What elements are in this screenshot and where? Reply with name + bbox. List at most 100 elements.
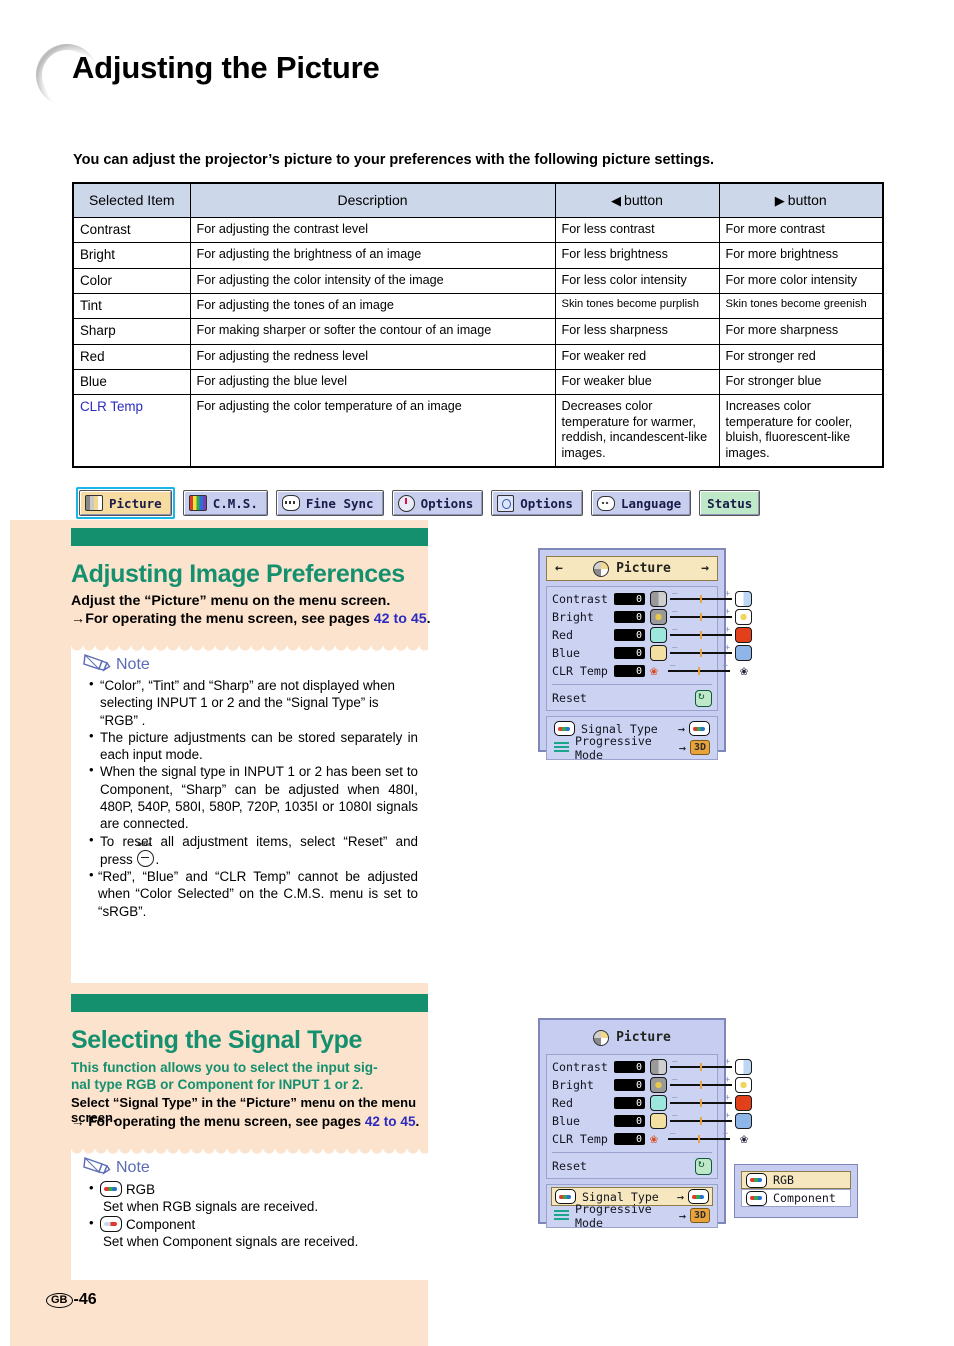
table-row: Color For adjusting the color intensity … — [72, 267, 884, 295]
section1-page-ref: →For operating the menu screen, see page… — [71, 611, 431, 627]
osd2-value-contrast: 0 — [614, 1061, 645, 1073]
osd2-slider-contrast[interactable]: – + — [670, 1057, 732, 1074]
osd2-row-red[interactable]: Red 0 – + — [552, 1093, 752, 1112]
osd1-value-bright: 0 — [614, 611, 645, 623]
submenu-item-component[interactable]: Component — [741, 1189, 851, 1207]
osd2-row-bright[interactable]: Bright 0 – + — [552, 1075, 752, 1094]
osd2-row-reset[interactable]: Reset — [552, 1157, 712, 1175]
slider-thumb[interactable] — [700, 613, 703, 621]
next-menu-arrow-icon[interactable]: → — [701, 561, 709, 576]
osd2-row-clrtemp[interactable]: CLR Temp 0 ❀ – + ❀ — [552, 1129, 748, 1148]
section2-heading: Selecting the Signal Type — [71, 1026, 362, 1054]
slider-thumb[interactable] — [700, 1081, 703, 1089]
osd1-label-clrtemp: CLR Temp — [552, 664, 608, 678]
language-icon — [596, 495, 615, 511]
row-desc: For adjusting the redness level — [189, 343, 556, 371]
tab-language[interactable]: Language — [590, 490, 692, 516]
reset-icon[interactable] — [695, 689, 712, 707]
tab-picture-selection-frame: Picture — [76, 487, 175, 519]
osd1-value-clrtemp: 0 — [614, 665, 645, 677]
osd2-slider-red[interactable]: – + — [670, 1093, 732, 1110]
osd2-title-label: Picture — [616, 1030, 671, 1045]
osd1-row-red[interactable]: Red 0 – + — [552, 625, 752, 644]
tab-options-2[interactable]: Options — [491, 490, 583, 516]
cool-flower-icon: ❀ — [740, 1131, 748, 1147]
submenu-label-rgb: RGB — [773, 1173, 794, 1187]
signal-type-icon — [555, 1189, 576, 1205]
tab-options-1[interactable]: Options — [391, 490, 484, 516]
tab-cms-label: C.M.S. — [212, 495, 258, 511]
osd2-label-blue: Blue — [552, 1114, 580, 1128]
red-low-icon — [650, 1095, 667, 1111]
col-header-description: Description — [189, 182, 556, 219]
slider-thumb[interactable] — [700, 1063, 703, 1071]
tab-fine-sync[interactable]: Fine Sync — [275, 490, 384, 516]
note-item: Component Set when Component signals are… — [88, 1215, 418, 1251]
row-desc: For adjusting the brightness of an image — [189, 242, 556, 269]
table-row: Bright For adjusting the brightness of a… — [72, 242, 884, 269]
tab-status[interactable]: Status — [699, 490, 761, 516]
osd2-value-blue: 0 — [614, 1115, 645, 1127]
osd1-slider-bright[interactable]: – + — [670, 607, 732, 624]
osd1-slider-contrast[interactable]: – + — [670, 589, 732, 606]
slider-thumb[interactable] — [698, 1135, 701, 1143]
note-item-title: RGB — [126, 1182, 156, 1197]
slider-thumb[interactable] — [700, 1117, 703, 1125]
table-header-row: Selected Item Description ◀ button ▶ butto… — [72, 182, 884, 219]
osd2-slider-clrtemp[interactable]: – + — [668, 1129, 730, 1146]
section1-page-ref-pages: 42 to 45 — [373, 611, 427, 627]
note-item: To reset all adjustment items, select “R… — [88, 832, 418, 869]
osd1-slider-clrtemp[interactable]: – + — [668, 661, 730, 678]
tab-picture[interactable]: Picture — [79, 490, 172, 516]
row-right: For stronger blue — [718, 369, 884, 396]
osd1-row-bright[interactable]: Bright 0 – + — [552, 607, 752, 626]
progressive-mode-icon — [554, 741, 569, 754]
osd-picture-menu-2[interactable]: Picture Contrast 0 – + Bright 0 – + Red 0 — [538, 1018, 752, 1230]
slider-thumb[interactable] — [700, 649, 703, 657]
osd2-row-blue[interactable]: Blue 0 – + — [552, 1111, 752, 1130]
osd1-row-contrast[interactable]: Contrast 0 – + — [552, 589, 752, 608]
options-clock-icon — [397, 494, 415, 512]
tab-cms[interactable]: C.M.S. — [182, 490, 268, 516]
reset-icon[interactable] — [695, 1157, 712, 1175]
row-left: For weaker blue — [554, 369, 720, 396]
osd1-title-label: Picture — [616, 561, 671, 576]
col-header-left-label: button — [624, 192, 663, 208]
osd1-item-progressive-mode[interactable]: Progressive Mode → 3D — [551, 734, 713, 762]
col-header-selected-item: Selected Item — [72, 182, 191, 219]
osd2-row-contrast[interactable]: Contrast 0 – + — [552, 1057, 752, 1076]
row-left: For less brightness — [554, 242, 720, 269]
slider-thumb[interactable] — [700, 595, 703, 603]
submenu-item-rgb[interactable]: RGB — [741, 1171, 851, 1189]
slider-thumb[interactable] — [700, 1099, 703, 1107]
section2-page-ref-post: . — [415, 1114, 420, 1129]
signal-type-submenu[interactable]: RGB Component — [734, 1164, 858, 1218]
osd1-row-clrtemp[interactable]: CLR Temp 0 ❀ – + ❀ — [552, 661, 748, 680]
row-right: Increases color temperature for cooler, … — [718, 394, 884, 468]
osd-picture-menu-1[interactable]: ← Picture → Contrast 0 – + Bright 0 – + Re… — [538, 548, 752, 762]
osd1-row-reset[interactable]: Reset — [552, 689, 712, 707]
slider-thumb[interactable] — [698, 667, 701, 675]
blue-high-icon — [735, 645, 752, 661]
osd2-slider-bright[interactable]: – + — [670, 1075, 732, 1092]
osd1-separator — [552, 684, 712, 686]
osd1-slider-blue[interactable]: – + — [670, 643, 732, 660]
osd1-slider-red[interactable]: – + — [670, 625, 732, 642]
osd2-item-progressive-mode[interactable]: Progressive Mode → 3D — [551, 1202, 713, 1230]
row-right: For more contrast — [718, 217, 884, 244]
row-item: Bright — [72, 242, 191, 269]
row-item: Red — [72, 343, 191, 371]
osd1-value-contrast: 0 — [614, 593, 645, 605]
osd2-slider-blue[interactable]: – + — [670, 1111, 732, 1128]
row-right: Skin tones become greenish — [718, 293, 884, 320]
osd2-slider-group: Contrast 0 – + Bright 0 – + Red 0 – + Bl… — [546, 1054, 752, 1180]
osd1-row-blue[interactable]: Blue 0 – + — [552, 643, 752, 662]
row-desc: For adjusting the contrast level — [189, 217, 556, 244]
slider-thumb[interactable] — [700, 631, 703, 639]
bright-high-icon — [735, 609, 752, 625]
osd1-label-contrast: Contrast — [552, 592, 608, 606]
prev-menu-arrow-icon[interactable]: ← — [555, 561, 563, 576]
enter-button-icon — [137, 842, 155, 867]
component-signal-icon — [746, 1190, 767, 1206]
table-row: CLR Temp For adjusting the color tempera… — [72, 394, 884, 468]
